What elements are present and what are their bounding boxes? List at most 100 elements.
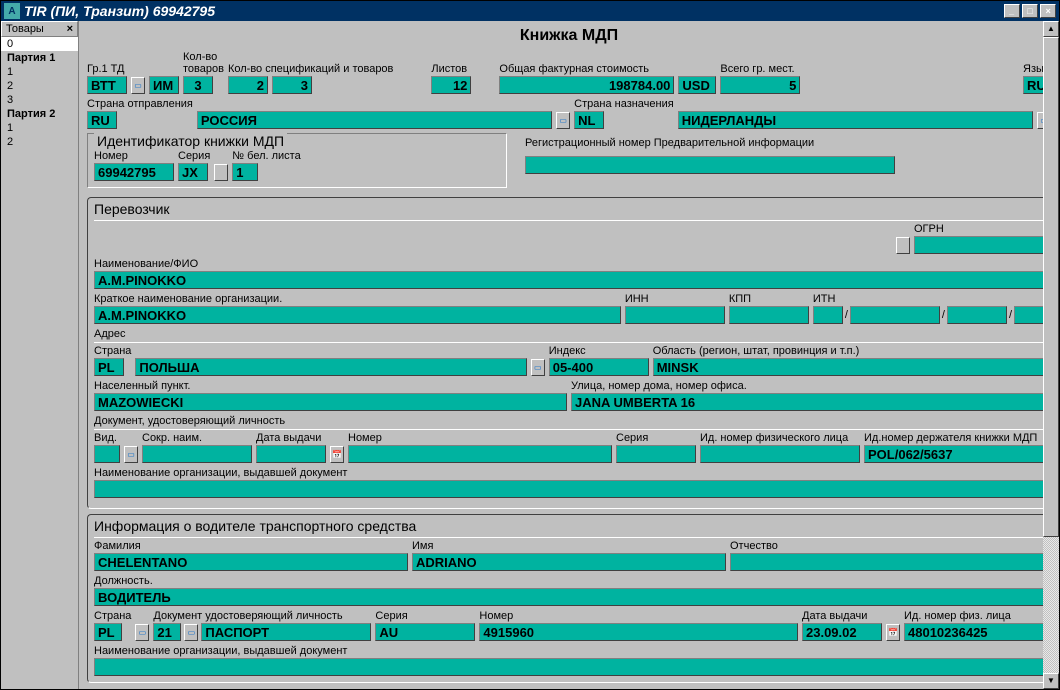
sidebar-item[interactable]: 3 — [1, 93, 78, 107]
driver-num-input[interactable]: 4915960 — [479, 623, 798, 641]
driver-name-input[interactable]: ADRIANO — [412, 553, 726, 571]
region-label: Область (регион, штат, провинция и т.п.) — [653, 345, 1044, 357]
sidebar-close-icon[interactable]: × — [67, 23, 73, 35]
driver-country-input[interactable]: PL — [94, 623, 122, 641]
itn3-input[interactable] — [947, 306, 1007, 324]
itn4-input[interactable] — [1014, 306, 1044, 324]
inn-input[interactable] — [625, 306, 725, 324]
doc-date-input[interactable] — [256, 445, 326, 463]
issuer-input[interactable] — [94, 480, 1044, 498]
book-sheet-picker[interactable] — [214, 164, 228, 181]
driver-doc-picker[interactable] — [184, 624, 198, 641]
carrier-short-input[interactable]: A.M.PINOKKO — [94, 306, 621, 324]
sidebar-item[interactable]: 1 — [1, 65, 78, 79]
sidebar-item[interactable]: 0 — [1, 37, 78, 51]
close-button[interactable]: × — [1040, 4, 1056, 18]
sheets-input[interactable]: 12 — [431, 76, 471, 94]
book-num-input[interactable]: 69942795 — [94, 163, 174, 181]
sidebar-item[interactable]: Партия 2 — [1, 107, 78, 121]
doc-num-label: Номер — [348, 432, 612, 444]
carrier-country-code[interactable]: PL — [94, 358, 124, 376]
carrier-country-name[interactable]: ПОЛЬША — [135, 358, 526, 376]
driver-num-label: Номер — [479, 610, 798, 622]
sidebar-item[interactable]: 2 — [1, 79, 78, 93]
holder-input[interactable]: POL/062/5637 — [864, 445, 1044, 463]
driver-issuer-input[interactable] — [94, 658, 1044, 676]
driver-fam-input[interactable]: CHELENTANO — [94, 553, 408, 571]
total-cost-input[interactable]: 198784.00 — [499, 76, 674, 94]
phys-id-input[interactable] — [700, 445, 860, 463]
total-cost-label: Общая фактурная стоимость — [499, 63, 674, 75]
index-input[interactable]: 05-400 — [549, 358, 649, 376]
driver-date-input[interactable]: 23.09.02 — [802, 623, 882, 641]
driver-doc-label: Документ удостоверяющий личность — [153, 610, 371, 622]
carrier-name-label: Наименование/ФИО — [94, 258, 1044, 270]
driver-doc-code[interactable]: 21 — [153, 623, 181, 641]
book-ser-input[interactable]: JX — [178, 163, 208, 181]
carrier-country-picker[interactable] — [531, 359, 545, 376]
scroll-up-button[interactable]: ▲ — [1043, 21, 1059, 37]
goods-count-label: Кол-во товаров — [183, 51, 224, 75]
carrier-name-input[interactable]: A.M.PINOKKO — [94, 271, 1044, 289]
itn1-input[interactable] — [813, 306, 843, 324]
spec2-input[interactable]: 3 — [272, 76, 312, 94]
scroll-thumb[interactable] — [1043, 37, 1059, 537]
dep-country-name[interactable]: РОССИЯ — [197, 111, 552, 129]
driver-ser-input[interactable]: AU — [375, 623, 475, 641]
gross-input[interactable]: 5 — [720, 76, 800, 94]
city-input[interactable]: MAZOWIECKI — [94, 393, 567, 411]
city-label: Населенный пункт. — [94, 380, 567, 392]
sidebar-item[interactable]: 1 — [1, 121, 78, 135]
doc-type-input[interactable] — [94, 445, 120, 463]
region-input[interactable]: MINSK — [653, 358, 1044, 376]
driver-issuer-label: Наименование организации, выдавшей докум… — [94, 645, 1044, 657]
itn-label: ИТН — [813, 293, 1044, 305]
book-sheet-input[interactable]: 1 — [232, 163, 258, 181]
sidebar-tab-goods[interactable]: Товары × — [1, 21, 78, 37]
driver-panel: Информация о водителе транспортного сред… — [87, 514, 1051, 683]
minimize-button[interactable]: _ — [1004, 4, 1020, 18]
dest-country-code[interactable]: NL — [574, 111, 604, 129]
gross-label: Всего гр. мест. — [720, 63, 800, 75]
driver-phys-input[interactable]: 48010236425 — [904, 623, 1044, 641]
goods-count-input[interactable]: 3 — [183, 76, 213, 94]
carrier-short-label: Краткое наименование организации. — [94, 293, 621, 305]
driver-date-calendar[interactable] — [886, 624, 900, 641]
itn2-input[interactable] — [850, 306, 940, 324]
street-input[interactable]: JANA UMBERTA 16 — [571, 393, 1044, 411]
driver-pos-input[interactable]: ВОДИТЕЛЬ — [94, 588, 1044, 606]
dest-country-name[interactable]: НИДЕРЛАНДЫ — [678, 111, 1033, 129]
sidebar-item[interactable]: 2 — [1, 135, 78, 149]
currency-input[interactable]: USD — [678, 76, 716, 94]
app-window: A TIR (ПИ, Транзит) 69942795 _ □ × Товар… — [0, 0, 1060, 690]
doc-date-calendar[interactable] — [330, 446, 344, 463]
doc-type-picker[interactable] — [124, 446, 138, 463]
doc-short-input[interactable] — [142, 445, 252, 463]
sidebar-item[interactable]: Партия 1 — [1, 51, 78, 65]
scroll-down-button[interactable]: ▼ — [1043, 673, 1059, 689]
carrier-ogrn-picker[interactable] — [896, 237, 910, 254]
spec1-input[interactable]: 2 — [228, 76, 268, 94]
driver-patr-input[interactable] — [730, 553, 1044, 571]
driver-country-picker[interactable] — [135, 624, 149, 641]
driver-country-label: Страна — [94, 610, 131, 622]
page-title: Книжка МДП — [87, 27, 1051, 45]
gr1td-picker[interactable] — [131, 77, 145, 94]
gr1td-input[interactable]: ВТТ — [87, 76, 127, 94]
doc-type-label: Вид. — [94, 432, 120, 444]
im-input[interactable]: ИМ — [149, 76, 179, 94]
kpp-input[interactable] — [729, 306, 809, 324]
maximize-button[interactable]: □ — [1022, 4, 1038, 18]
vertical-scrollbar[interactable]: ▲ ▼ — [1043, 21, 1059, 689]
carrier-country-label: Страна — [94, 345, 131, 357]
reg-num-input[interactable] — [525, 156, 895, 174]
dep-country-code[interactable]: RU — [87, 111, 117, 129]
phys-id-label: Ид. номер физического лица — [700, 432, 860, 444]
ogrn-input[interactable] — [914, 236, 1044, 254]
driver-doc-name[interactable]: ПАСПОРТ — [201, 623, 371, 641]
book-ser-label: Серия — [178, 150, 210, 162]
dep-country-picker[interactable] — [556, 112, 570, 129]
doc-ser-input[interactable] — [616, 445, 696, 463]
doc-num-input[interactable] — [348, 445, 612, 463]
app-icon: A — [4, 3, 20, 19]
